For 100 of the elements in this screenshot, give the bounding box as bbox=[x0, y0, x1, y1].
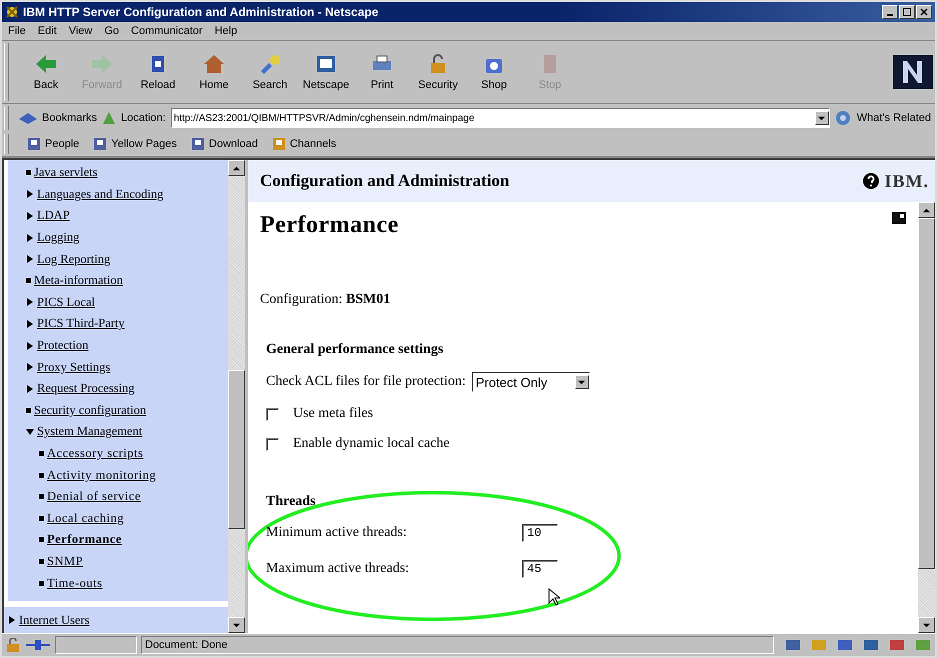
bullet-icon bbox=[26, 170, 31, 176]
page-title: Performance bbox=[260, 212, 399, 239]
location-label: Location: bbox=[121, 112, 166, 124]
bookmark-icon[interactable] bbox=[892, 212, 906, 224]
bookmarks-button[interactable]: Bookmarks bbox=[18, 111, 98, 125]
collapsed-arrow-icon[interactable] bbox=[8, 616, 16, 624]
folder-icon bbox=[190, 137, 205, 151]
checkbox-label: Use meta files bbox=[293, 406, 374, 422]
menu-item[interactable]: Edit bbox=[38, 25, 57, 37]
scrollbar[interactable] bbox=[228, 160, 245, 633]
tree-link[interactable]: Meta-information bbox=[34, 273, 123, 288]
menu-item[interactable]: Help bbox=[214, 25, 238, 37]
url-field[interactable]: http://AS23:2001/QIBM/HTTPSVR/Admin/cghensein.ndm/mainpage bbox=[170, 108, 830, 128]
status-text: Document: Done bbox=[141, 636, 774, 654]
toolbar-button[interactable]: Netscape bbox=[303, 53, 349, 91]
folder-icon bbox=[27, 137, 41, 151]
input-field[interactable]: 10 bbox=[522, 524, 558, 542]
protection-dropdown[interactable]: Protect Only bbox=[472, 372, 590, 392]
cursor-icon bbox=[548, 588, 560, 606]
toolbar-button[interactable]: Search bbox=[247, 53, 293, 91]
back-icon bbox=[34, 53, 58, 75]
expanded-arrow-icon[interactable] bbox=[26, 428, 34, 436]
scrollbar[interactable] bbox=[918, 202, 935, 633]
tree-link[interactable]: Logging bbox=[37, 230, 80, 246]
close-icon bbox=[920, 8, 928, 16]
menu-item[interactable]: View bbox=[68, 25, 92, 37]
app-icon bbox=[5, 5, 19, 19]
scroll-up-icon[interactable] bbox=[233, 164, 240, 172]
tree-link[interactable]: Security configuration bbox=[34, 402, 146, 418]
bookmark-button[interactable]: Channels bbox=[272, 137, 336, 151]
tree-link[interactable]: System Management bbox=[37, 424, 142, 440]
menu-item[interactable]: File bbox=[8, 25, 26, 37]
toolbar-button[interactable]: Print bbox=[359, 53, 405, 91]
tree-link[interactable]: Request Processing bbox=[37, 381, 135, 396]
collapsed-arrow-icon[interactable] bbox=[26, 342, 34, 350]
close-button[interactable] bbox=[916, 5, 932, 19]
bookmark-button[interactable]: People bbox=[27, 137, 80, 151]
section-heading: General performance settings bbox=[266, 342, 444, 358]
scroll-up-icon[interactable] bbox=[923, 206, 930, 214]
scroll-down-icon[interactable] bbox=[233, 622, 240, 628]
dropdown-button[interactable] bbox=[814, 111, 829, 125]
tree-link[interactable]: Time-outs bbox=[47, 576, 102, 591]
field-label: Check ACL files for file protection: bbox=[266, 374, 466, 390]
toolbar-button[interactable]: Reload bbox=[135, 53, 181, 91]
tree-link[interactable]: PICS Local bbox=[37, 294, 95, 310]
tree-link[interactable]: Accessory scripts bbox=[47, 446, 144, 462]
collapsed-arrow-icon[interactable] bbox=[26, 234, 34, 242]
toolbar-button[interactable]: Back bbox=[23, 53, 69, 91]
maximize-button[interactable] bbox=[899, 5, 915, 19]
tree-link[interactable]: Java servlets bbox=[34, 165, 98, 180]
tree-link[interactable]: Proxy Settings bbox=[37, 360, 110, 375]
scroll-down-icon[interactable] bbox=[923, 622, 930, 628]
bullet-icon bbox=[26, 278, 31, 284]
collapsed-arrow-icon[interactable] bbox=[26, 212, 34, 220]
tree-link[interactable]: PICS Third-Party bbox=[37, 316, 125, 332]
component-icon[interactable] bbox=[862, 638, 880, 652]
folder-icon bbox=[272, 137, 286, 151]
component-icon[interactable] bbox=[784, 638, 802, 652]
tree-link[interactable]: Activity monitoring bbox=[47, 468, 156, 483]
toolbar-button[interactable]: Security bbox=[415, 53, 461, 91]
component-icon[interactable] bbox=[888, 638, 906, 652]
tree-link[interactable]: Performance bbox=[47, 532, 122, 548]
checkbox[interactable] bbox=[266, 408, 279, 420]
minimize-button[interactable] bbox=[882, 5, 898, 19]
collapsed-arrow-icon[interactable] bbox=[26, 298, 34, 306]
globe-icon bbox=[834, 110, 853, 126]
bullet-icon bbox=[39, 451, 44, 456]
bookmark-button[interactable]: Yellow Pages bbox=[93, 137, 177, 151]
bullet-icon bbox=[39, 580, 44, 586]
forward-icon bbox=[90, 53, 114, 75]
toolbar-button[interactable]: Home bbox=[191, 53, 237, 91]
logo[interactable] bbox=[893, 55, 933, 89]
tree-link[interactable]: SNMP bbox=[47, 554, 84, 569]
maximize-icon bbox=[903, 8, 911, 16]
tree-link[interactable]: Log Reporting bbox=[37, 252, 110, 267]
tree-link[interactable]: Local caching bbox=[47, 510, 124, 526]
help-icon[interactable] bbox=[862, 173, 878, 189]
tree-link[interactable]: Denial of service bbox=[47, 489, 141, 504]
whats-related-button[interactable]: What's Related bbox=[834, 110, 931, 126]
collapsed-arrow-icon[interactable] bbox=[26, 384, 34, 393]
tree-link[interactable]: LDAP bbox=[37, 208, 70, 224]
tree-link[interactable]: Protection bbox=[37, 338, 88, 354]
folder-icon bbox=[93, 137, 108, 151]
window-title: IBM HTTP Server Configuration and Administration - Netscape bbox=[23, 5, 380, 19]
collapsed-arrow-icon[interactable] bbox=[26, 255, 34, 264]
input-field[interactable]: 45 bbox=[522, 560, 558, 578]
tree-link[interactable]: Languages and Encoding bbox=[37, 186, 164, 202]
collapsed-arrow-icon[interactable] bbox=[26, 190, 34, 198]
checkbox[interactable] bbox=[266, 438, 279, 450]
collapsed-arrow-icon[interactable] bbox=[26, 320, 34, 328]
logo: IBM. bbox=[884, 170, 929, 192]
netscape-icon bbox=[314, 53, 338, 75]
tree-link[interactable]: Internet Users bbox=[19, 612, 90, 628]
menu-item[interactable]: Communicator bbox=[131, 25, 203, 37]
component-icon[interactable] bbox=[836, 638, 854, 652]
bookmark-button[interactable]: Download bbox=[190, 137, 258, 151]
toolbar-button[interactable]: Shop bbox=[471, 53, 517, 91]
menu-item[interactable]: Go bbox=[104, 25, 120, 37]
collapsed-arrow-icon[interactable] bbox=[26, 363, 34, 372]
field-label: Maximum active threads: bbox=[266, 561, 410, 577]
